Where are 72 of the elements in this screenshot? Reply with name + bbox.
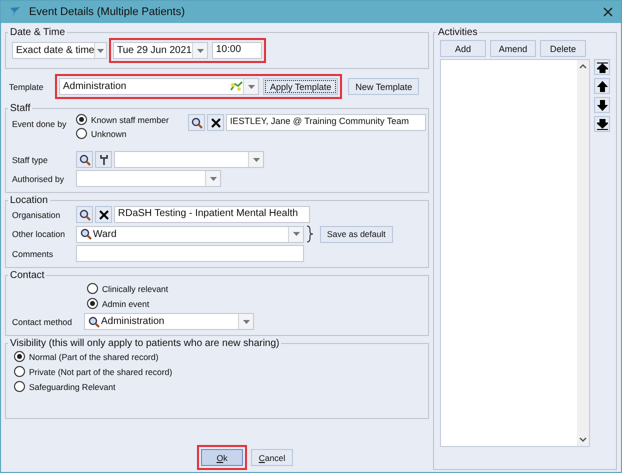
option-label: Unknown: [91, 128, 126, 138]
radio-button[interactable]: [14, 366, 25, 377]
option-label: Private (Not part of the shared record): [29, 366, 172, 376]
save-as-default-button[interactable]: Save as default: [320, 226, 393, 242]
group-legend: Date & Time: [8, 27, 68, 38]
field-label: Other location: [12, 229, 66, 239]
search-icon[interactable]: [80, 228, 92, 240]
date-mode-dropdown[interactable]: Exact date & time: [12, 42, 107, 59]
group-legend: Activities: [436, 27, 480, 38]
move-up-icon[interactable]: [594, 78, 610, 94]
dropdown-arrow-icon[interactable]: [242, 320, 250, 324]
contact-method-dropdown[interactable]: Administration: [84, 313, 254, 330]
option-label: Normal (Part of the shared record): [29, 352, 158, 362]
field-label: Authorised by: [12, 174, 65, 184]
group-legend: Location: [8, 195, 50, 206]
group-legend: Contact: [8, 270, 46, 281]
field-label: Contact method: [12, 316, 74, 326]
dialog-button[interactable]: Ok: [201, 449, 243, 466]
radio-button[interactable]: [14, 351, 25, 362]
scroll-up-icon[interactable]: [579, 64, 587, 69]
dropdown-arrow-icon[interactable]: [97, 48, 104, 52]
search-icon[interactable]: [188, 114, 205, 131]
group-legend: Staff: [8, 103, 32, 114]
dropdown-arrow-icon[interactable]: [252, 158, 260, 162]
other-location-dropdown[interactable]: Ward: [76, 226, 304, 242]
wrench-icon[interactable]: [95, 151, 112, 168]
move-down-icon[interactable]: [594, 97, 610, 113]
search-icon[interactable]: [76, 151, 93, 168]
activity-button[interactable]: Delete: [540, 40, 586, 57]
time-field[interactable]: 10:00: [212, 42, 262, 59]
radio-button[interactable]: [76, 128, 87, 139]
activity-button[interactable]: Add: [440, 40, 486, 57]
comments-field[interactable]: [76, 245, 304, 262]
field-label: Comments: [12, 248, 54, 258]
option-label: Admin event: [102, 298, 150, 308]
app-icon: [9, 6, 21, 18]
search-icon[interactable]: [88, 316, 100, 328]
dropdown-arrow-icon[interactable]: [210, 176, 216, 180]
search-icon[interactable]: [76, 206, 93, 223]
organisation-field[interactable]: RDaSH Testing - Inpatient Mental Health: [114, 206, 310, 223]
template-dropdown[interactable]: Administration: [59, 78, 259, 95]
clear-icon[interactable]: [207, 114, 224, 131]
dialog-button[interactable]: Cancel: [251, 449, 293, 466]
option-label: Known staff member: [91, 114, 169, 124]
radio-button[interactable]: [76, 114, 87, 125]
scroll-down-icon[interactable]: [579, 437, 587, 442]
dropdown-arrow-icon[interactable]: [196, 48, 204, 52]
scrollbar[interactable]: [577, 60, 589, 446]
date-dropdown[interactable]: Tue 29 Jun 2021: [113, 42, 208, 59]
radio-button[interactable]: [87, 283, 98, 294]
group-legend: Visibility (this will only apply to patients who are new sharing): [8, 338, 282, 349]
sparkle-icon: [229, 81, 243, 92]
staff-member-field[interactable]: IESTLEY, Jane @ Training Community Team: [226, 114, 426, 131]
close-icon[interactable]: [603, 7, 613, 17]
field-label: Template: [9, 82, 44, 92]
brace-icon: [306, 225, 314, 243]
dropdown-arrow-icon[interactable]: [292, 232, 300, 236]
new-template-button[interactable]: New Template: [348, 78, 420, 95]
field-label: Organisation: [12, 210, 62, 220]
window-title: Event Details (Multiple Patients): [29, 6, 186, 18]
activity-button[interactable]: Amend: [490, 40, 536, 57]
field-label: Staff type: [12, 154, 49, 164]
move-bottom-icon[interactable]: [594, 116, 610, 132]
dropdown-arrow-icon[interactable]: [248, 84, 254, 88]
radio-button[interactable]: [87, 298, 98, 309]
option-label: Safeguarding Relevant: [29, 382, 116, 392]
clear-icon[interactable]: [95, 206, 112, 223]
move-top-icon[interactable]: [594, 59, 610, 75]
radio-button[interactable]: [14, 381, 25, 392]
option-label: Clinically relevant: [102, 284, 168, 294]
apply-template-button[interactable]: Apply Template: [263, 78, 338, 95]
field-label: Event done by: [12, 118, 68, 129]
